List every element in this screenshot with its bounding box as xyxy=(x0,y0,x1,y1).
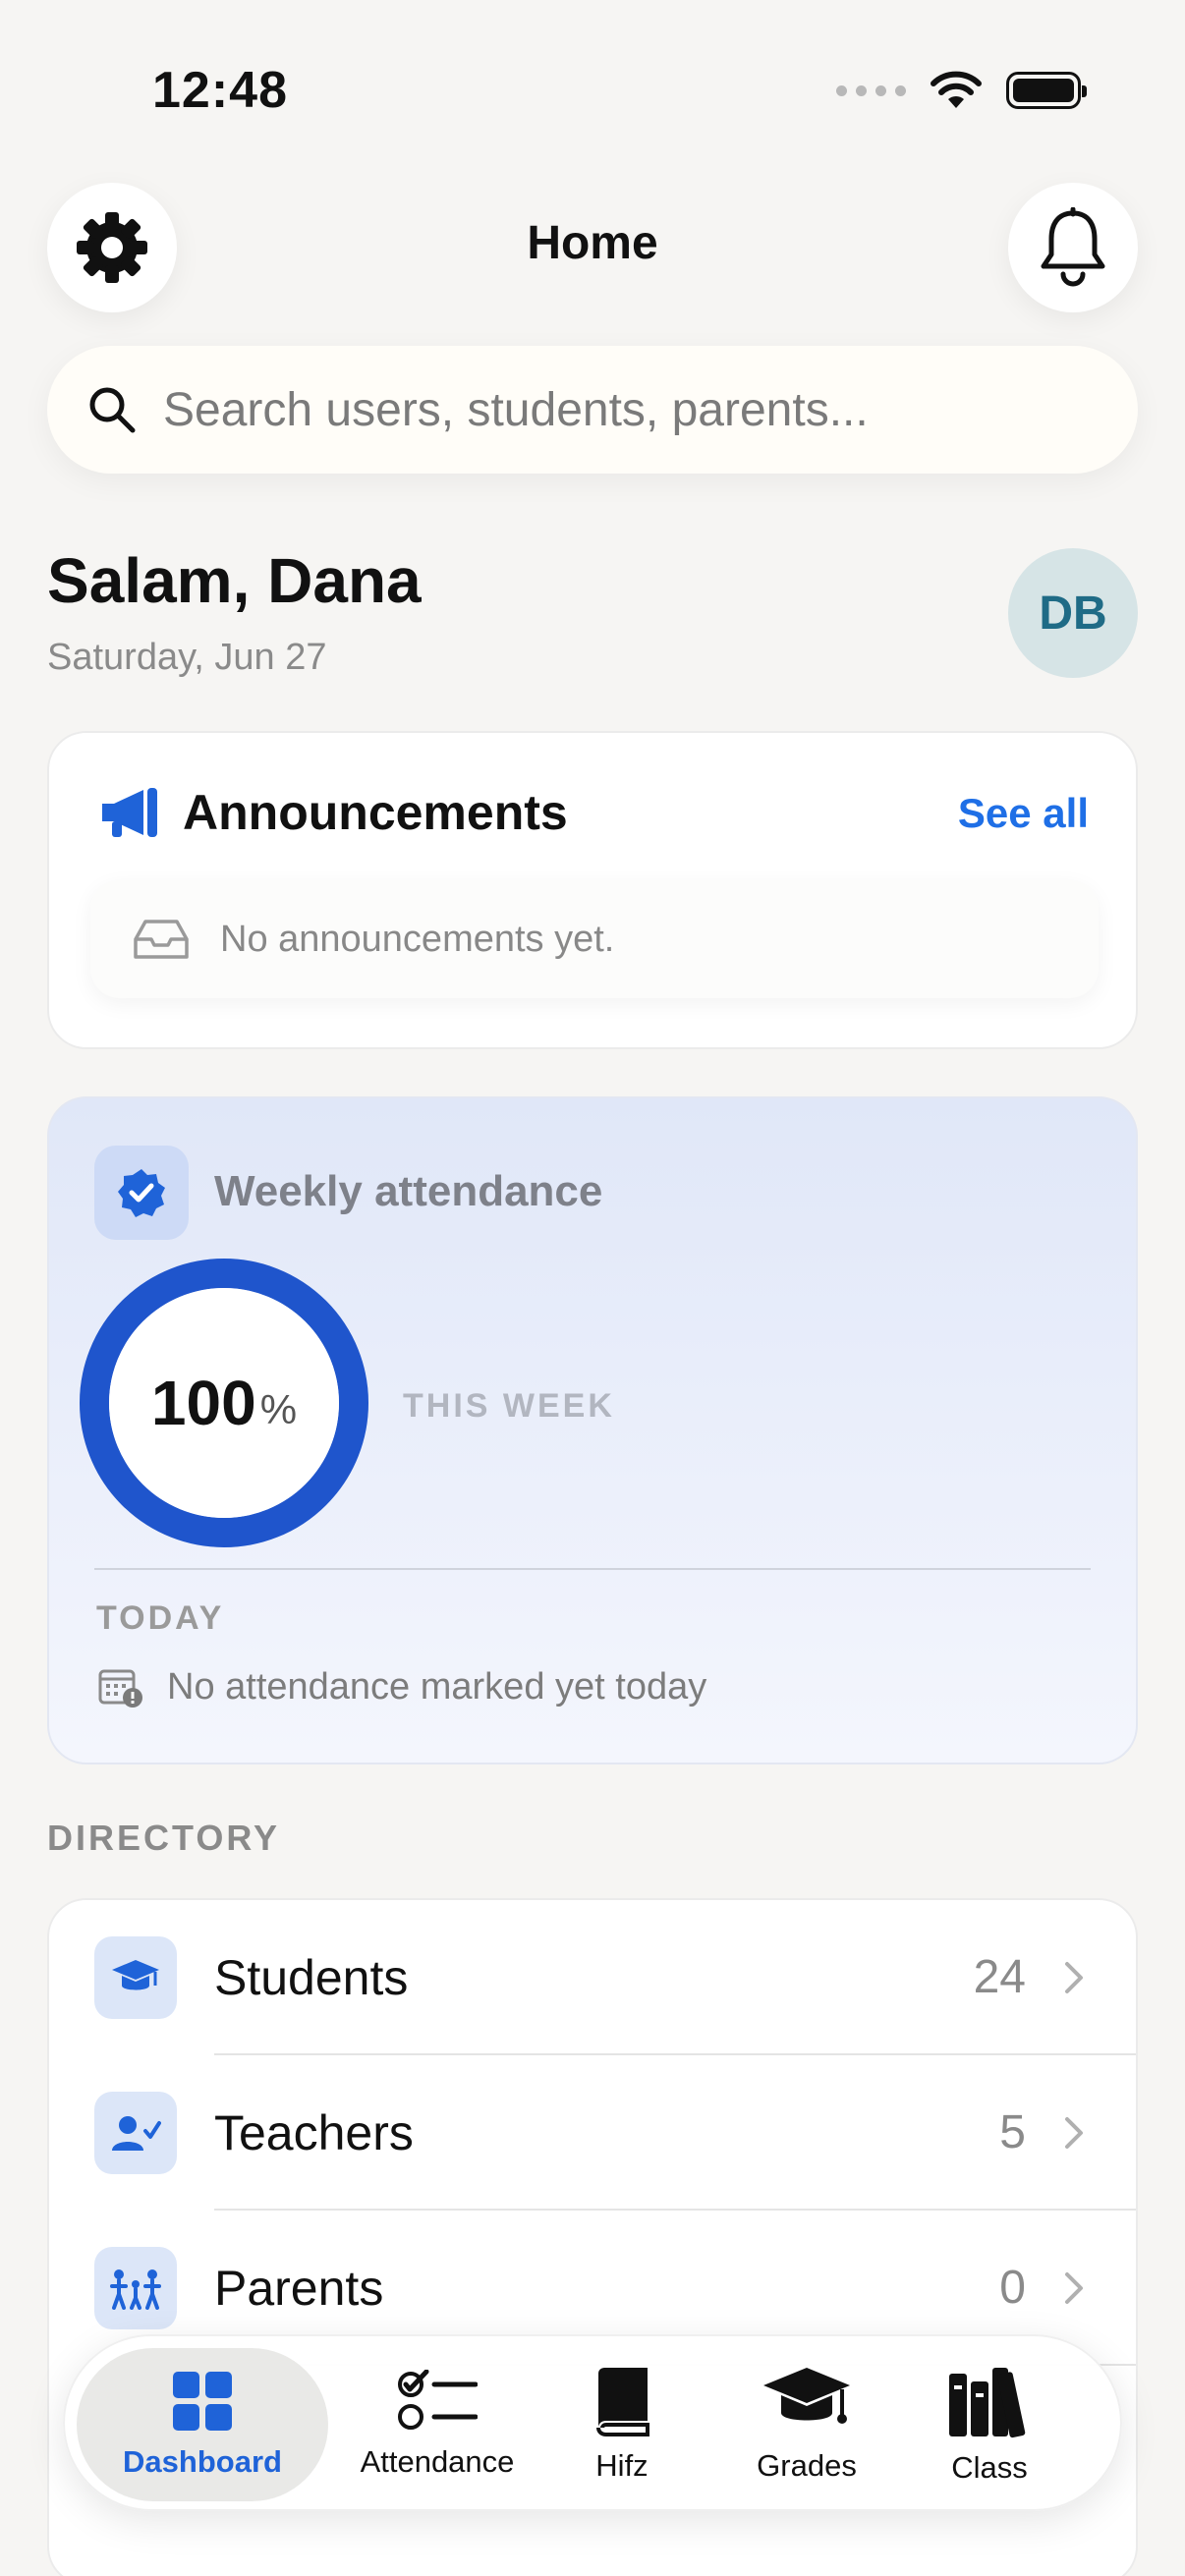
tab-label: Attendance xyxy=(360,2444,515,2479)
attendance-percent-sign: % xyxy=(259,1386,298,1432)
announcements-title: Announcements xyxy=(183,785,568,840)
period-label: THIS WEEK xyxy=(403,1387,615,1425)
tab-bar: Dashboard Attendance Hifz Grades Class xyxy=(63,2334,1122,2511)
mortarboard-icon xyxy=(763,2368,850,2424)
directory-item-count: 0 xyxy=(999,2262,1026,2314)
tab-attendance[interactable]: Attendance xyxy=(336,2348,538,2501)
home-screen: 12:48 Home Search users, students, paren… xyxy=(0,0,1185,2576)
directory-item-name: Students xyxy=(214,1949,409,2005)
announcements-empty-state: No announcements yet. xyxy=(90,880,1099,998)
directory-label: DIRECTORY xyxy=(47,1818,281,1858)
announcements-card: Announcements See all No announcements y… xyxy=(47,731,1138,1049)
directory-item-name: Teachers xyxy=(214,2104,414,2160)
status-icons xyxy=(836,71,1087,110)
announcements-empty-text: No announcements yet. xyxy=(220,918,615,960)
wifi-icon xyxy=(931,71,982,108)
megaphone-icon xyxy=(102,788,157,837)
chevron-right-icon xyxy=(1065,1961,1083,1993)
greeting-title: Salam, Dana xyxy=(47,545,422,616)
tab-grades[interactable]: Grades xyxy=(733,2348,880,2501)
tab-dashboard[interactable]: Dashboard xyxy=(77,2348,328,2501)
status-time: 12:48 xyxy=(152,62,288,119)
tab-label: Grades xyxy=(757,2448,857,2483)
directory-item-name: Parents xyxy=(214,2260,384,2316)
tab-label: Hifz xyxy=(595,2448,649,2483)
tab-hifz[interactable]: Hifz xyxy=(548,2348,696,2501)
divider xyxy=(94,1568,1091,1570)
tab-label: Class xyxy=(951,2450,1028,2485)
directory-row-students[interactable]: Students 24 xyxy=(49,1900,1136,2054)
today-status-row: No attendance marked yet today xyxy=(98,1666,706,1708)
books-icon xyxy=(949,2368,1026,2438)
directory-item-count: 24 xyxy=(973,1951,1026,2003)
today-label: TODAY xyxy=(96,1599,225,1637)
current-date: Saturday, Jun 27 xyxy=(47,637,327,678)
search-placeholder: Search users, students, parents... xyxy=(163,383,869,436)
calendar-alert-icon xyxy=(98,1669,142,1708)
directory-row-teachers[interactable]: Teachers 5 xyxy=(49,2055,1136,2210)
chevron-right-icon xyxy=(1065,2116,1083,2149)
family-icon xyxy=(94,2246,177,2329)
bell-icon xyxy=(1041,207,1105,287)
search-input[interactable]: Search users, students, parents... xyxy=(47,346,1138,474)
attendance-badge xyxy=(94,1146,189,1240)
search-icon xyxy=(89,387,136,433)
book-icon xyxy=(596,2368,649,2436)
verified-badge-icon xyxy=(118,1169,165,1217)
checklist-icon xyxy=(398,2370,478,2430)
graduation-cap-icon xyxy=(94,1935,177,2019)
inbox-tray-icon xyxy=(134,920,189,959)
cellular-signal-icon xyxy=(836,84,906,96)
attendance-percent: 100 % xyxy=(79,1258,369,1548)
today-status-text: No attendance marked yet today xyxy=(167,1666,707,1708)
directory-item-count: 5 xyxy=(999,2106,1026,2158)
teacher-icon xyxy=(94,2091,177,2174)
tab-class[interactable]: Class xyxy=(916,2348,1063,2501)
see-all-link[interactable]: See all xyxy=(958,790,1089,837)
attendance-percent-value: 100 xyxy=(150,1368,256,1438)
notifications-button[interactable] xyxy=(1008,183,1138,312)
attendance-title: Weekly attendance xyxy=(214,1167,603,1215)
weekly-attendance-card[interactable]: Weekly attendance 100 % THIS WEEK TODAY … xyxy=(47,1096,1138,1764)
chevron-right-icon xyxy=(1065,2271,1083,2304)
battery-icon xyxy=(1006,72,1087,109)
grid-icon xyxy=(173,2372,232,2431)
tab-label: Dashboard xyxy=(123,2444,282,2479)
avatar[interactable]: DB xyxy=(1008,548,1138,678)
